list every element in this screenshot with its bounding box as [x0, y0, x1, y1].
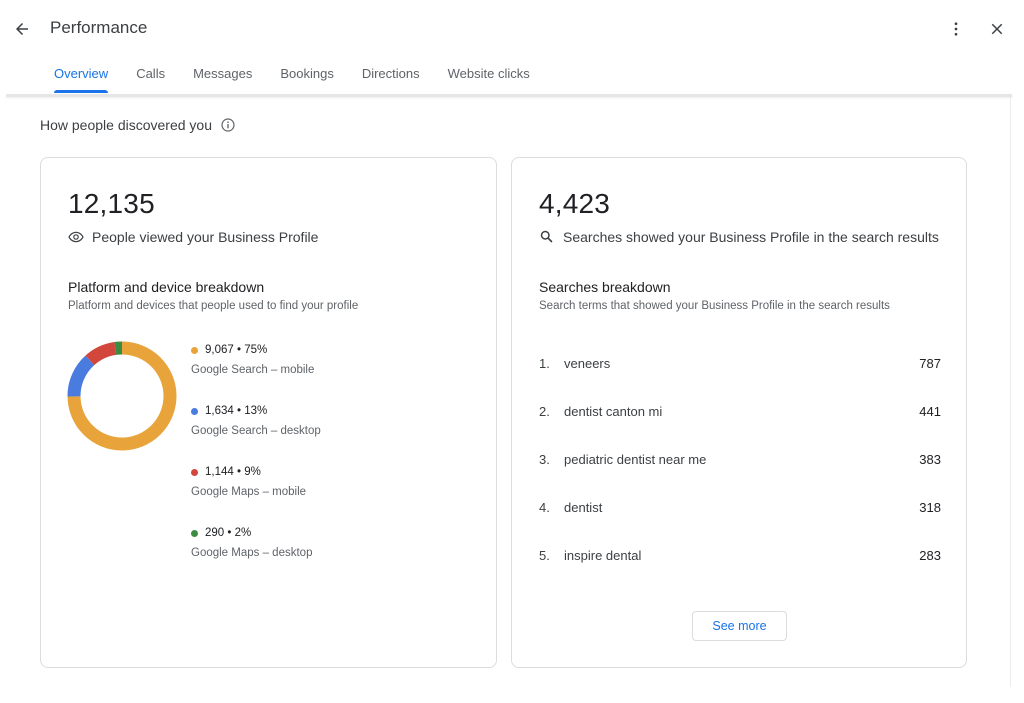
tab-website-clicks[interactable]: Website clicks — [434, 58, 544, 94]
legend-label: Google Search – desktop — [191, 425, 321, 437]
profile-views-card: 12,135 People viewed your Business Profi… — [40, 157, 497, 668]
legend-item-maps-desktop: 290 • 2% Google Maps – desktop — [191, 527, 471, 559]
list-item: 2. dentist canton mi 441 — [539, 404, 941, 424]
legend-value: 1,144 • 9% — [205, 466, 261, 478]
profile-views-total: 12,135 — [68, 188, 155, 219]
search-term: dentist — [564, 500, 603, 515]
search-term: inspire dental — [564, 548, 642, 563]
legend-label: Google Maps – mobile — [191, 486, 307, 498]
page-title: Performance — [50, 18, 148, 37]
legend-dot-icon — [191, 468, 198, 476]
search-term-count: 383 — [919, 452, 941, 467]
search-term-rank: 2. — [539, 404, 550, 419]
back-button[interactable] — [10, 17, 34, 41]
search-term-count: 318 — [919, 500, 941, 515]
legend-value: 290 • 2% — [205, 527, 252, 539]
platform-breakdown-title: Platform and device breakdown — [68, 279, 265, 295]
search-term-rank: 1. — [539, 356, 550, 371]
search-term: veneers — [564, 356, 611, 371]
tab-calls[interactable]: Calls — [122, 58, 179, 94]
platform-donut-chart — [67, 341, 177, 451]
search-term-rank: 5. — [539, 548, 550, 563]
eye-icon — [68, 229, 84, 245]
searches-caption: Searches showed your Business Profile in… — [563, 229, 939, 245]
list-item: 4. dentist 318 — [539, 500, 941, 520]
search-term-rank: 4. — [539, 500, 550, 515]
legend-item-search-mobile: 9,067 • 75% Google Search – mobile — [191, 344, 471, 376]
search-icon — [539, 229, 555, 245]
list-item: 1. veneers 787 — [539, 356, 941, 376]
tab-bookings[interactable]: Bookings — [266, 58, 347, 94]
more-vert-icon — [954, 22, 958, 36]
search-term-count: 787 — [919, 356, 941, 371]
legend-value: 9,067 • 75% — [205, 344, 268, 356]
legend-dot-icon — [191, 346, 198, 354]
close-button[interactable] — [985, 17, 1009, 41]
search-term-count: 283 — [919, 548, 941, 563]
info-icon[interactable] — [220, 117, 236, 133]
arrow-back-icon — [16, 23, 28, 35]
legend-label: Google Maps – desktop — [191, 547, 313, 559]
searches-card: 4,423 Searches showed your Business Prof… — [511, 157, 967, 668]
legend-item-maps-mobile: 1,144 • 9% Google Maps – mobile — [191, 466, 471, 498]
profile-views-caption: People viewed your Business Profile — [92, 229, 319, 245]
see-more-button[interactable]: See more — [692, 611, 787, 641]
legend-item-search-desktop: 1,634 • 13% Google Search – desktop — [191, 405, 471, 437]
search-term: pediatric dentist near me — [564, 452, 707, 467]
searches-total: 4,423 — [539, 188, 611, 219]
legend-dot-icon — [191, 407, 198, 415]
platform-breakdown-description: Platform and devices that people used to… — [68, 300, 359, 312]
section-heading-text: How people discovered you — [40, 117, 212, 133]
top-bar: Performance Overview Calls Messages Book… — [0, 0, 1024, 96]
section-heading: How people discovered you — [40, 117, 236, 133]
tab-overview[interactable]: Overview — [40, 58, 122, 94]
searches-breakdown-title: Searches breakdown — [539, 279, 671, 295]
searches-breakdown-description: Search terms that showed your Business P… — [539, 300, 890, 312]
searches-caption-row: Searches showed your Business Profile in… — [539, 229, 939, 245]
search-term-rank: 3. — [539, 452, 550, 467]
tab-bar: Overview Calls Messages Bookings Directi… — [40, 58, 544, 94]
tab-directions[interactable]: Directions — [348, 58, 434, 94]
more-options-button[interactable] — [944, 17, 968, 41]
list-item: 3. pediatric dentist near me 383 — [539, 452, 941, 472]
legend-label: Google Search – mobile — [191, 364, 315, 376]
close-icon — [991, 23, 1003, 35]
tab-messages[interactable]: Messages — [179, 58, 266, 94]
list-item: 5. inspire dental 283 — [539, 548, 941, 568]
legend-value: 1,634 • 13% — [205, 405, 268, 417]
search-term-count: 441 — [919, 404, 941, 419]
scroll-track[interactable] — [1010, 97, 1011, 687]
profile-views-caption-row: People viewed your Business Profile — [68, 229, 318, 245]
header-divider — [6, 94, 1012, 97]
search-term: dentist canton mi — [564, 404, 663, 419]
legend-dot-icon — [191, 529, 198, 537]
